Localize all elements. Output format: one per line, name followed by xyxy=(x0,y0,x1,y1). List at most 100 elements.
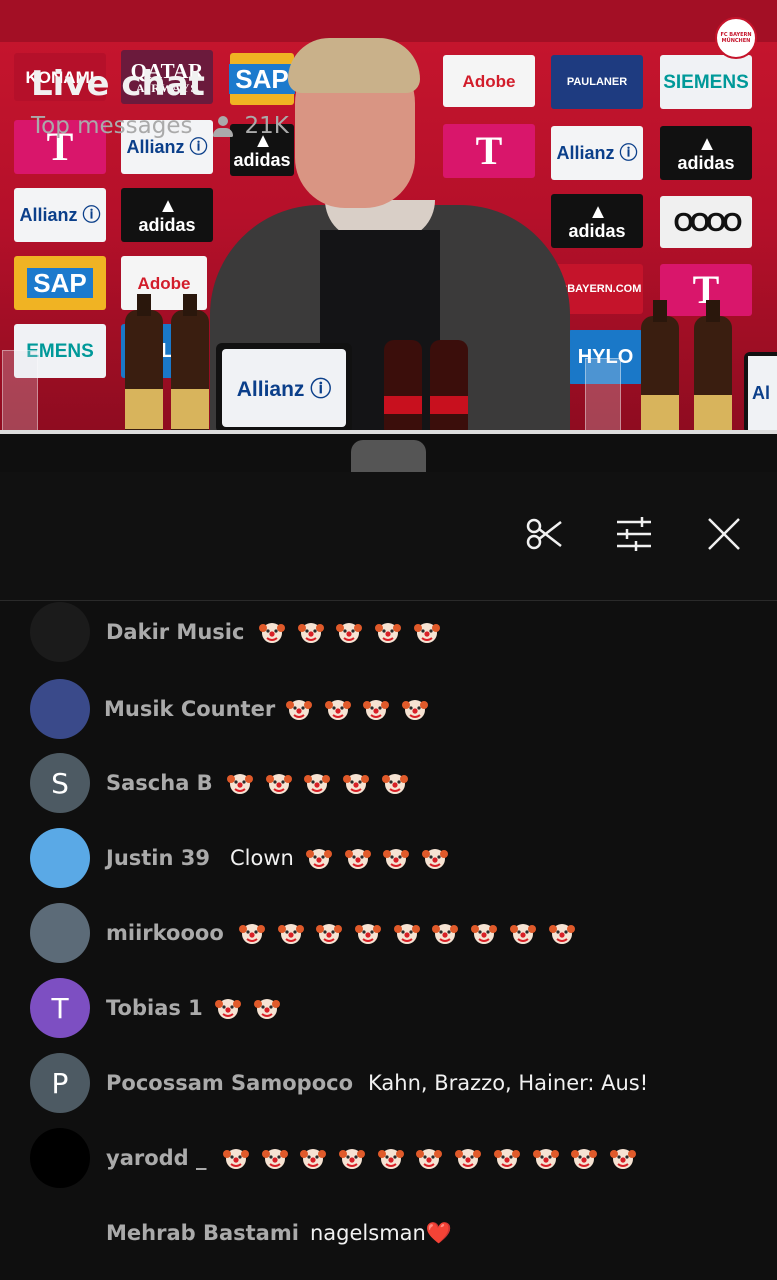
emoji-reactions xyxy=(239,920,581,946)
clown-face-icon xyxy=(377,1149,404,1169)
chat-message[interactable]: T Tobias 1 xyxy=(0,978,777,1038)
chat-message[interactable]: yarodd _ xyxy=(0,1128,777,1188)
message-author[interactable]: Justin 39 xyxy=(106,846,210,870)
adidas-stripes-icon: ▲ xyxy=(588,201,608,223)
avatar[interactable] xyxy=(30,828,90,888)
adidas-stripes-icon: ▲ xyxy=(697,133,717,155)
speaker-hair xyxy=(288,38,420,93)
clown-face-icon xyxy=(422,849,449,869)
sponsor-siemens-logo: SIEMENS xyxy=(660,55,752,109)
clown-face-icon xyxy=(297,623,324,643)
sponsor-sap-logo-2: SAP xyxy=(14,256,106,310)
chat-filter-label[interactable]: Top messages xyxy=(31,113,192,139)
clown-face-icon xyxy=(416,1149,443,1169)
clown-face-icon xyxy=(324,700,351,720)
emoji-reactions xyxy=(259,619,446,645)
clown-face-icon xyxy=(300,1149,327,1169)
clown-face-icon xyxy=(239,924,265,944)
chat-filter-row[interactable]: Top messages 21K xyxy=(31,113,289,139)
clown-face-icon xyxy=(253,999,280,1019)
message-author[interactable]: Sascha B xyxy=(106,771,213,795)
clown-face-icon xyxy=(339,1149,366,1169)
emoji-reactions xyxy=(286,696,434,722)
emoji-reactions xyxy=(223,1145,642,1171)
avatar[interactable]: T xyxy=(30,978,90,1038)
message-author[interactable]: Pocossam Samopoco xyxy=(106,1071,353,1095)
avatar[interactable] xyxy=(30,1128,90,1188)
drag-handle[interactable] xyxy=(351,440,426,472)
fc-bayern-badge-icon: FC BAYERN MÜNCHEN xyxy=(715,17,757,59)
water-glass xyxy=(2,350,38,432)
message-author[interactable]: Tobias 1 xyxy=(106,996,203,1020)
beer-bottle xyxy=(694,300,732,434)
close-chat-button[interactable] xyxy=(702,512,746,556)
avatar[interactable]: S xyxy=(30,753,90,813)
chat-settings-button[interactable] xyxy=(612,512,656,556)
close-icon xyxy=(708,518,740,550)
person-icon xyxy=(212,115,234,137)
avatar[interactable] xyxy=(30,903,90,963)
chat-message[interactable]: Mehrab Bastami nagelsman❤️ xyxy=(0,1203,777,1263)
avatar[interactable] xyxy=(30,679,90,739)
emoji-reactions xyxy=(306,845,454,871)
clown-face-icon xyxy=(286,700,312,720)
beer-bottle xyxy=(125,294,163,434)
coke-bottle xyxy=(430,340,468,432)
clown-face-icon xyxy=(432,924,459,944)
sliders-icon xyxy=(617,517,651,551)
clip-button[interactable] xyxy=(522,512,566,556)
message-author[interactable]: Dakir Music xyxy=(106,620,244,644)
message-text: Kahn, Brazzo, Hainer: Aus! xyxy=(368,1071,649,1095)
message-author[interactable]: Musik Counter xyxy=(104,697,275,721)
adidas-stripes-icon: ▲ xyxy=(158,195,178,217)
message-author[interactable]: miirkoooo xyxy=(106,921,224,945)
sponsor-adidas-logo-2: ▲ adidas xyxy=(660,126,752,180)
clown-face-icon xyxy=(363,700,390,720)
message-author[interactable]: Mehrab Bastami xyxy=(106,1221,299,1245)
clown-face-icon xyxy=(261,1149,288,1169)
message-text: nagelsman❤️ xyxy=(310,1220,452,1245)
scissors-icon xyxy=(526,518,562,550)
chat-message[interactable]: S Sascha B xyxy=(0,753,777,813)
clown-face-icon xyxy=(381,774,408,794)
clown-face-icon xyxy=(343,774,370,794)
beer-bottle xyxy=(641,300,679,434)
clown-face-icon xyxy=(227,774,253,794)
chat-message[interactable]: Dakir Music xyxy=(0,602,777,662)
message-author[interactable]: yarodd _ xyxy=(106,1146,207,1170)
chat-message[interactable]: miirkoooo xyxy=(0,903,777,963)
avatar[interactable] xyxy=(30,602,90,662)
clown-face-icon xyxy=(355,924,382,944)
right-screen-text: Al xyxy=(748,356,777,430)
sponsor-display-screen: Allianz ⓘ xyxy=(216,343,352,433)
clown-face-icon xyxy=(548,924,575,944)
clown-face-icon xyxy=(375,623,402,643)
sponsor-display-screen-right: Al xyxy=(744,352,777,434)
clown-face-icon xyxy=(316,924,343,944)
clown-face-icon xyxy=(215,999,241,1019)
clown-face-icon xyxy=(493,1149,520,1169)
clown-face-icon xyxy=(304,774,331,794)
clown-face-icon xyxy=(402,700,429,720)
clown-face-icon xyxy=(455,1149,482,1169)
allianz-screen-text: Allianz ⓘ xyxy=(222,349,346,427)
clown-face-icon xyxy=(265,774,292,794)
emoji-reactions xyxy=(227,770,414,796)
clown-face-icon xyxy=(413,623,440,643)
chat-message[interactable]: Justin 39 Clown xyxy=(0,828,777,888)
clown-face-icon xyxy=(509,924,536,944)
sponsor-wall-top xyxy=(0,0,777,42)
adidas-text: adidas xyxy=(677,153,735,173)
emoji-reactions xyxy=(215,995,286,1021)
clown-face-icon xyxy=(336,623,363,643)
clown-face-icon xyxy=(609,1149,636,1169)
message-text: Clown xyxy=(230,846,294,870)
chat-message[interactable]: Musik Counter xyxy=(0,679,777,739)
sponsor-allianz-logo-3: Allianz ⓘ xyxy=(14,188,106,242)
water-glass xyxy=(585,358,621,434)
clown-face-icon xyxy=(223,1149,249,1169)
clown-face-icon xyxy=(344,849,371,869)
avatar[interactable]: P xyxy=(30,1053,90,1113)
coke-bottle xyxy=(384,340,422,432)
chat-message[interactable]: P Pocossam Samopoco Kahn, Brazzo, Hainer: … xyxy=(0,1053,777,1113)
